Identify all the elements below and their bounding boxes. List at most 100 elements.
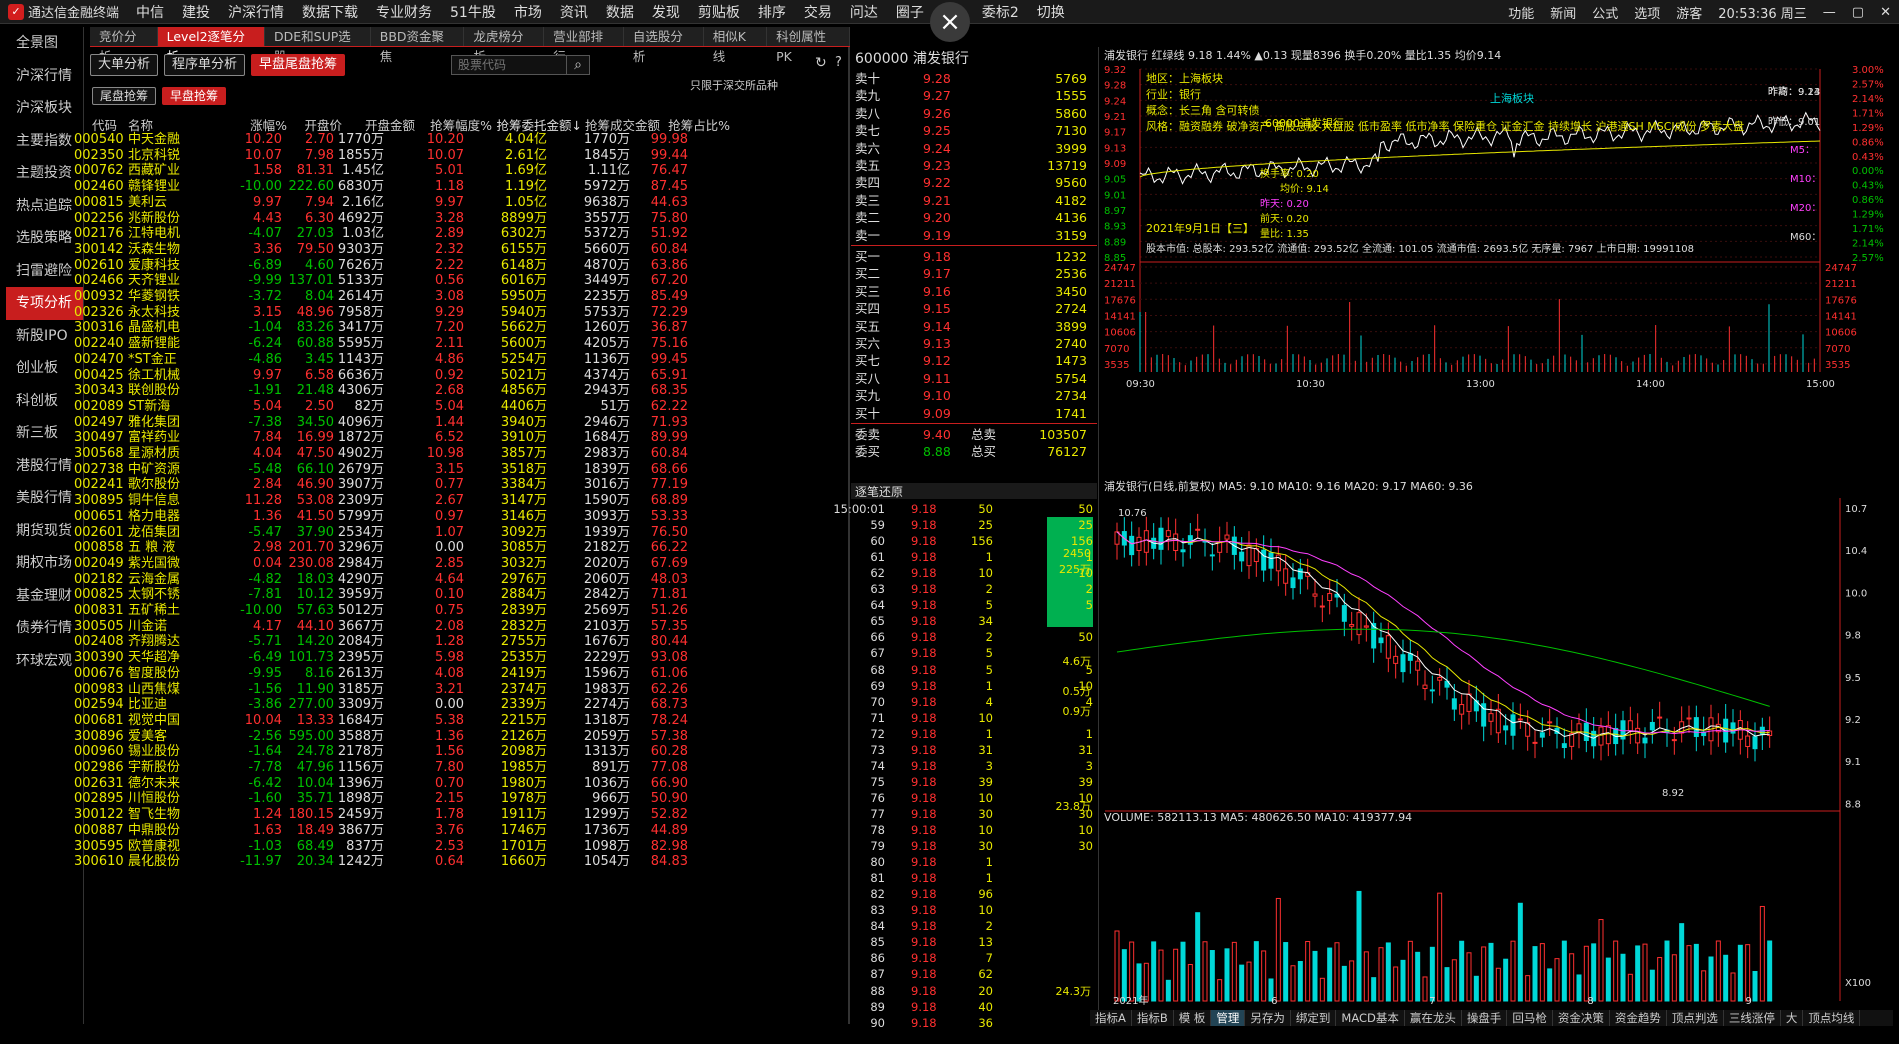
minimize-icon[interactable]: —: [1815, 5, 1844, 20]
indicator-tab[interactable]: 顶点均线: [1803, 1010, 1861, 1026]
indicator-tab[interactable]: 三线涨停: [1724, 1010, 1781, 1026]
table-row[interactable]: 000825 太钢不锈 -7.81 10.12 3959万 0.10 2884万 2842万 7…: [74, 587, 842, 603]
tab-item[interactable]: Level2逐笔分析: [157, 27, 265, 64]
sidebar-item[interactable]: 新股IPO: [6, 320, 83, 353]
tab-item[interactable]: 相似K线: [703, 27, 768, 64]
sidebar-item[interactable]: 科创板: [6, 385, 83, 418]
menu-item[interactable]: 数据: [597, 2, 643, 22]
table-row[interactable]: 002049 紫光国微 0.04 230.08 2984万 2.85 3032万 2020万 6…: [74, 556, 842, 572]
table-row[interactable]: 002986 宇新股份 -7.78 47.96 1156万 7.80 1985万 891万 77…: [74, 760, 842, 776]
table-row[interactable]: 300505 川金诺 4.17 44.10 3667万 2.08 2832万 2103万 57.…: [74, 619, 842, 635]
table-row[interactable]: 002176 江特电机 -4.07 27.03 1.03亿 2.89 6302万 5372万 5…: [74, 226, 842, 242]
sidebar-item[interactable]: 沪深板块: [6, 92, 83, 125]
menu-item[interactable]: 数据下载: [293, 2, 367, 22]
window-close-icon[interactable]: ✕: [1872, 5, 1899, 20]
indicator-tab[interactable]: 大: [1781, 1010, 1804, 1026]
top-right-item[interactable]: 公式: [1584, 3, 1626, 22]
menu-item[interactable]: 沪深行情: [219, 2, 293, 22]
indicator-tab[interactable]: 另存为: [1245, 1010, 1291, 1026]
early-late-grab-button[interactable]: 早盘尾盘抢筹: [251, 54, 346, 76]
indicator-tab[interactable]: 模 板: [1174, 1010, 1212, 1026]
sidebar-item[interactable]: 扫雷避险: [6, 255, 83, 288]
indicator-tab[interactable]: 绑定到: [1291, 1010, 1337, 1026]
table-row[interactable]: 002470 *ST金正 -4.86 3.45 1143万 4.86 5254万 1136万 9…: [74, 352, 842, 368]
table-row[interactable]: 002350 北京科锐 10.07 7.98 1855万 10.07 2.61亿 1845万 9…: [74, 148, 842, 164]
table-row[interactable]: 300316 晶盛机电 -1.04 83.26 3417万 7.20 5662万 1260万 3…: [74, 320, 842, 336]
sidebar-item[interactable]: 选股策略: [6, 222, 83, 255]
program-order-button[interactable]: 程序单分析: [164, 54, 246, 76]
menu-item[interactable]: 51牛股: [441, 2, 505, 22]
tab-item[interactable]: BBD资金聚焦: [370, 27, 465, 64]
tab-item[interactable]: 竞价分析: [90, 27, 158, 64]
intraday-chart[interactable]: 浦发银行 红绿线 9.18 1.44% ▲0.13 现量8396 换手0.20%…: [1100, 47, 1893, 474]
table-row[interactable]: 300497 富祥药业 7.84 16.99 1872万 6.52 3910万 1684万 89…: [74, 430, 842, 446]
top-right-item[interactable]: 游客: [1668, 3, 1710, 22]
table-row[interactable]: 300895 铜牛信息 11.28 53.08 2309万 2.67 3147万 1590万 6…: [74, 493, 842, 509]
menu-item[interactable]: 专业财务: [367, 2, 441, 22]
table-row[interactable]: 000932 华菱钢铁 -3.72 8.04 2614万 3.08 5950万 2235万 85…: [74, 289, 842, 305]
table-row[interactable]: 002241 歌尔股份 2.84 46.90 3907万 0.77 3384万 3016万 77…: [74, 477, 842, 493]
table-row[interactable]: 002594 比亚迪 -3.86 277.00 3309万 0.00 2339万 2274万 6…: [74, 697, 842, 713]
tab-item[interactable]: 自选股分析: [623, 27, 704, 64]
table-row[interactable]: 002256 兆新股份 4.43 6.30 4692万 3.28 8899万 3557万 75.…: [74, 211, 842, 227]
sidebar-item[interactable]: 基金理财: [6, 580, 83, 613]
table-row[interactable]: 000887 中鼎股份 1.63 18.49 3867万 3.76 1746万 1736万 44…: [74, 823, 842, 839]
table-row[interactable]: 002497 雅化集团 -7.38 34.50 4096万 1.44 3940万 2946万 7…: [74, 415, 842, 431]
table-row[interactable]: 000983 山西焦煤 -1.56 11.90 3185万 3.21 2374万 1983万 6…: [74, 682, 842, 698]
sidebar-item[interactable]: 热点追踪: [6, 190, 83, 223]
sidebar-item[interactable]: 债券行情: [6, 612, 83, 645]
indicator-tab[interactable]: 指标B: [1132, 1010, 1174, 1026]
indicator-tab[interactable]: 指标A: [1090, 1010, 1132, 1026]
top-right-item[interactable]: 选项: [1626, 3, 1668, 22]
table-row[interactable]: 002601 龙佰集团 -5.47 37.90 2534万 1.07 3092万 1939万 7…: [74, 525, 842, 541]
table-row[interactable]: 002089 ST新海 5.04 2.50 82万 5.04 4406万 51万 62.22: [74, 399, 842, 415]
table-row[interactable]: 000681 视觉中国 10.04 13.33 1684万 5.38 2215万 1318万 7…: [74, 713, 842, 729]
table-row[interactable]: 000831 五矿稀土 -10.00 57.63 5012万 0.75 2839万 2569万…: [74, 603, 842, 619]
top-right-item[interactable]: 新闻: [1542, 3, 1584, 22]
search-icon[interactable]: ⌕: [566, 55, 591, 75]
menu-item[interactable]: 委标2: [973, 2, 1028, 22]
table-row[interactable]: 300595 欧普康视 -1.03 68.49 837万 2.53 1701万 1098万 82…: [74, 839, 842, 855]
indicator-tab[interactable]: 赢在龙头: [1405, 1010, 1462, 1026]
tab-item[interactable]: 龙虎榜分析: [464, 27, 545, 64]
table-row[interactable]: 002631 德尔未来 -6.42 10.04 1396万 0.70 1980万 1036万 6…: [74, 776, 842, 792]
table-row[interactable]: 300568 星源材质 4.04 47.50 4902万 10.98 3857万 2983万 6…: [74, 446, 842, 462]
table-row[interactable]: 002610 爱康科技 -6.89 4.60 7626万 2.22 6148万 4870万 63…: [74, 258, 842, 274]
top-right-item[interactable]: 20:53:36 周三: [1710, 3, 1815, 22]
help-icon[interactable]: ?: [835, 55, 842, 70]
sidebar-item[interactable]: 专项分析: [6, 287, 83, 320]
table-row[interactable]: 002240 盛新锂能 -6.24 60.88 5595万 2.11 5600万 4205万 7…: [74, 336, 842, 352]
table-row[interactable]: 000676 智度股份 -9.95 8.16 2613万 4.08 2419万 1596万 61…: [74, 666, 842, 682]
table-row[interactable]: 002738 中矿资源 -5.48 66.10 2679万 3.15 3518万 1839万 6…: [74, 462, 842, 478]
menu-item[interactable]: 圈子: [887, 2, 933, 22]
maximize-icon[interactable]: ▢: [1844, 5, 1872, 20]
table-row[interactable]: 300122 智飞生物 1.24 180.15 2459万 1.78 1911万 1299万 5…: [74, 807, 842, 823]
menu-item[interactable]: 资讯: [551, 2, 597, 22]
menu-item[interactable]: 问达: [841, 2, 887, 22]
tab-item[interactable]: DDE和SUP选股: [265, 27, 371, 64]
sidebar-item[interactable]: 环球宏观: [6, 645, 83, 678]
menu-item[interactable]: 建投: [173, 2, 219, 22]
table-row[interactable]: 300390 天华超净 -6.49 101.73 2395万 5.98 2535万 2229万…: [74, 650, 842, 666]
early-grab-button[interactable]: 早盘抢筹: [162, 87, 227, 105]
indicator-tab[interactable]: 操盘手: [1462, 1010, 1508, 1026]
tab-item[interactable]: 科创属性PK: [767, 27, 851, 64]
table-row[interactable]: 300343 联创股份 -1.91 21.48 4306万 2.68 4856万 2943万 6…: [74, 383, 842, 399]
sidebar-item[interactable]: 美股行情: [6, 482, 83, 515]
menu-item[interactable]: 交易: [795, 2, 841, 22]
menu-item[interactable]: 排序: [749, 2, 795, 22]
top-right-item[interactable]: 功能: [1500, 3, 1542, 22]
sidebar-item[interactable]: 主要指数: [6, 125, 83, 158]
table-row[interactable]: 000762 西藏矿业 1.58 81.31 1.45亿 5.01 1.69亿 1.11亿 76…: [74, 163, 842, 179]
close-icon[interactable]: ×: [930, 2, 970, 42]
indicator-tab[interactable]: 管理: [1211, 1010, 1246, 1026]
sidebar-item[interactable]: 期权市场: [6, 547, 83, 580]
menu-item[interactable]: 剪贴板: [689, 2, 749, 22]
sidebar-item[interactable]: 沪深行情: [6, 60, 83, 93]
sidebar-item[interactable]: 全景图: [6, 27, 83, 60]
table-row[interactable]: 000815 美利云 9.97 7.94 2.16亿 9.97 1.05亿 9638万 44.6…: [74, 195, 842, 211]
refresh-icon[interactable]: ↻: [815, 55, 827, 71]
sidebar-item[interactable]: 主题投资: [6, 157, 83, 190]
indicator-tab[interactable]: MACD基本: [1336, 1010, 1405, 1026]
stock-code-input[interactable]: [451, 55, 568, 75]
